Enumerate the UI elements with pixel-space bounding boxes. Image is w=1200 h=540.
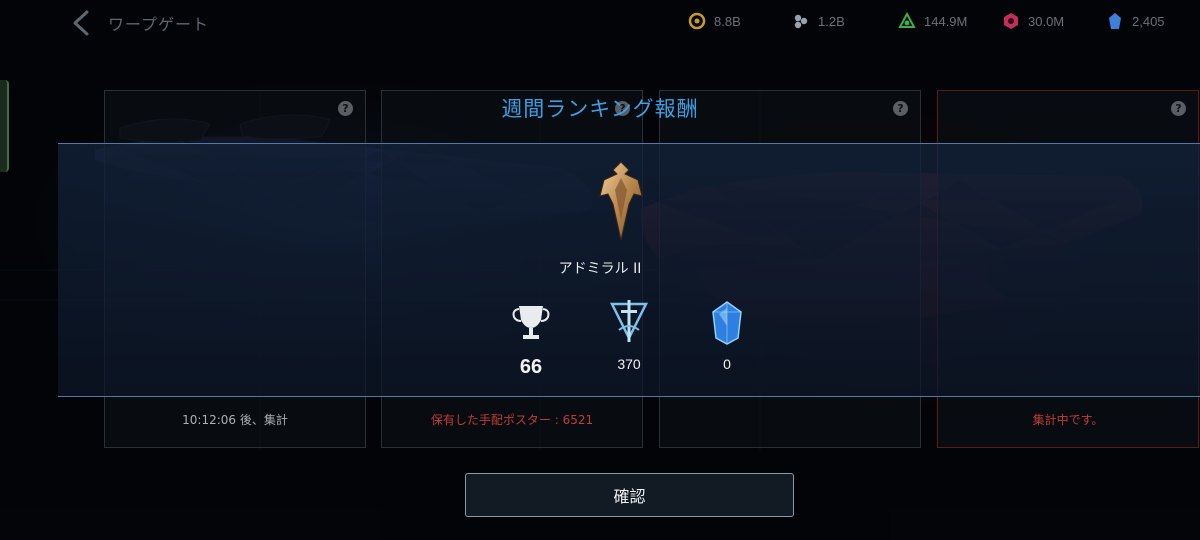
parsteel-icon bbox=[688, 12, 706, 30]
crystal-icon bbox=[1109, 13, 1121, 29]
reward-trophy: 66 bbox=[491, 300, 571, 379]
latinum-icon bbox=[1004, 13, 1018, 29]
tritanium-icon bbox=[794, 14, 808, 29]
reward-sword-emblem: 370 bbox=[589, 300, 669, 372]
trophy-icon bbox=[512, 306, 550, 339]
modal-title: 週間ランキング報酬 bbox=[501, 97, 699, 121]
resource-tritanium: 1.2B bbox=[792, 12, 845, 30]
sword-emblem-icon bbox=[609, 300, 649, 342]
rank-name: アドミラル II bbox=[558, 261, 642, 277]
resource-dilithium: 144.9M bbox=[898, 12, 967, 30]
reward-value: 0 bbox=[723, 356, 731, 372]
event-card-status: 保有した手配ポスター : 6521 bbox=[430, 413, 594, 427]
screen-title: ワープゲート bbox=[108, 15, 210, 34]
blue-crystal-icon bbox=[712, 301, 742, 345]
confirm-button[interactable]: 確認 bbox=[465, 473, 794, 517]
event-card-status: 集計中です。 bbox=[1032, 413, 1104, 427]
back-arrow-icon[interactable] bbox=[70, 10, 94, 36]
admiral-rank-emblem-icon bbox=[599, 161, 643, 241]
dilithium-icon bbox=[898, 12, 916, 28]
event-card-status: 10:12:06 後、集計 bbox=[182, 413, 288, 427]
reward-crystal: 0 bbox=[687, 300, 767, 372]
top-bar: ワープゲート 8.8B 1.2B 144.9M 30.0M 2,405 bbox=[0, 0, 1200, 46]
reward-value: 370 bbox=[617, 356, 641, 372]
reward-value: 66 bbox=[519, 356, 543, 378]
resource-crystal: 2,405 bbox=[1106, 12, 1165, 30]
resource-latinum: 30.0M bbox=[1002, 12, 1064, 30]
resource-parsteel: 8.8B bbox=[688, 12, 741, 30]
